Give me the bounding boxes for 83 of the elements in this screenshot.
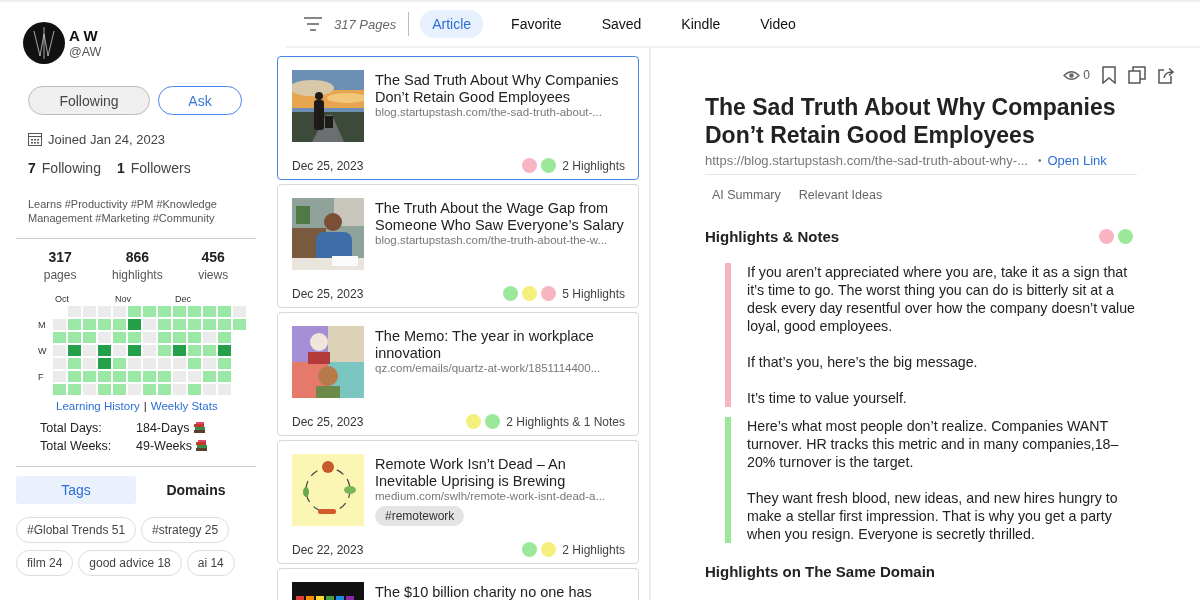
open-link[interactable]: Open Link xyxy=(1047,153,1107,168)
highlight-count: 2 Highlights xyxy=(562,542,625,557)
share-icon[interactable] xyxy=(1158,66,1176,84)
article-heading: The Sad Truth About Why Companies Don’t Retain Good Employees xyxy=(705,93,1117,149)
tab[interactable]: Saved xyxy=(589,10,654,38)
stat-label: highlights xyxy=(111,268,163,282)
bullet: • xyxy=(1038,155,1042,166)
stat-label: views xyxy=(198,268,229,282)
month-label: Nov xyxy=(114,294,132,304)
article-title: The Truth About the Wage Gap from Someone Who Saw Everyone’s Salary xyxy=(375,200,625,234)
article-date: Dec 22, 2023 xyxy=(292,542,364,557)
ask-button[interactable]: Ask xyxy=(158,86,242,115)
total-value: 184-Days xyxy=(136,421,190,435)
stat-value: 456 xyxy=(200,249,226,265)
stat-value: 866 xyxy=(124,249,150,265)
tag-chip[interactable]: #remotework xyxy=(375,506,465,526)
highlight-text: It’s time to value yourself. xyxy=(747,389,908,407)
following-button[interactable]: Following xyxy=(28,86,150,115)
month-label: Dec xyxy=(174,294,192,304)
copy-icon[interactable] xyxy=(1128,66,1146,84)
article-title: Remote Work Isn’t Dead – An Inevitable Uprising is Brewing xyxy=(375,456,567,490)
highlight-count: 5 Highlights xyxy=(562,286,625,301)
section-heading: Highlights on The Same Domain xyxy=(705,563,937,580)
weekday-label: W xyxy=(38,345,48,356)
separator: | xyxy=(143,400,147,412)
tab[interactable]: Article xyxy=(420,10,484,38)
highlight-text: If that’s you, here’s the big message. xyxy=(747,353,979,371)
article-url: https://blog.startupstash.com/the-sad-truth-about-why-... xyxy=(705,153,1028,168)
tab[interactable]: AI Summary xyxy=(705,184,788,206)
article-title: The Sad Truth About Why Companies Don’t Retain Good Employees xyxy=(375,72,620,106)
total-label: Total Days: xyxy=(40,421,103,435)
user-handle: @AW xyxy=(69,45,102,59)
article-date: Dec 25, 2023 xyxy=(292,286,364,301)
article-card[interactable]: The Memo: The year in workplace innovation qz.com/emails/quartz-at-work/1851114400... Dec 25, 2023 2 Highlights & 1 Notes xyxy=(277,312,639,436)
joined-date: Joined Jan 24, 2023 xyxy=(48,132,166,147)
books-icon xyxy=(192,422,206,434)
stat-label: pages xyxy=(43,268,77,282)
total-label: Total Weeks: xyxy=(40,439,113,453)
article-url: blog.startupstash.com/the-sad-truth-about-... xyxy=(375,106,602,118)
article-card[interactable]: The Truth About the Wage Gap from Someone Who Saw Everyone’s Salary blog.startupstash.com/the-truth-about-the-w... Dec 25, 2023 5 Highlights xyxy=(277,184,639,308)
article-card[interactable]: The $10 billion charity no one has xyxy=(277,568,639,600)
highlight-count: 2 Highlights & 1 Notes xyxy=(506,414,625,429)
month-label: Oct xyxy=(54,294,70,304)
highlight-text: If you aren’t appreciated where you are, take it as a sign that it’s time to go. The worst thing you can do is bitterly sit at a desk every day resentful over how the company doesn’t value loyal, good employees. xyxy=(747,263,1136,335)
highlight-text: They want fresh blood, new ideas, and new hires hungry to make a stellar first impression. That is why you get a party when you resign. Everyone is secretly thrilled. xyxy=(747,489,1119,543)
tab[interactable]: Domains xyxy=(136,476,256,504)
user-name: A W xyxy=(69,27,99,44)
article-url: medium.com/swlh/remote-work-isnt-dead-a... xyxy=(375,490,606,502)
highlight-count: 2 Highlights xyxy=(562,158,625,173)
tab[interactable]: Kindle xyxy=(669,10,733,38)
article-date: Dec 25, 2023 xyxy=(292,158,364,173)
tab[interactable]: Relevant Ideas xyxy=(791,184,890,206)
weekday-label: M xyxy=(38,319,47,330)
weekday-label: F xyxy=(38,371,45,382)
total-value: 49-Weeks xyxy=(136,439,193,453)
section-heading: Highlights & Notes xyxy=(705,228,840,245)
article-card[interactable]: The Sad Truth About Why Companies Don’t Retain Good Employees blog.startupstash.com/the-sad-truth-about-... Dec 25, 2023 2 Highlights xyxy=(277,56,639,180)
article-date: Dec 25, 2023 xyxy=(292,414,364,429)
following-count: 7 xyxy=(28,160,36,176)
books-icon xyxy=(195,440,209,452)
followers-label[interactable]: Followers xyxy=(130,160,191,176)
article-title: The $10 billion charity no one has xyxy=(375,584,592,600)
link[interactable]: Learning History xyxy=(56,400,140,412)
avatar-icon xyxy=(23,22,65,64)
followers-count: 1 xyxy=(116,160,125,176)
bio-text: Learns #Productivity #PM #Knowledge Management #Marketing #Community xyxy=(28,197,218,225)
article-url: blog.startupstash.com/the-truth-about-the-w... xyxy=(375,234,608,246)
calendar-icon xyxy=(28,133,42,146)
tab[interactable]: Video xyxy=(748,10,808,38)
link[interactable]: Weekly Stats xyxy=(150,400,218,412)
stat-value: 317 xyxy=(47,249,73,265)
following-label[interactable]: Following xyxy=(41,160,101,176)
tab[interactable]: Favorite xyxy=(499,10,574,38)
tab[interactable]: Tags xyxy=(16,476,136,504)
article-title: The Memo: The year in workplace innovation xyxy=(375,328,595,362)
article-card[interactable]: Remote Work Isn’t Dead – An Inevitable Uprising is Brewing medium.com/swlh/remote-work-isnt-dead-a... #remotework Dec 22, 2023 2 Highlights xyxy=(277,440,639,564)
filter-icon[interactable] xyxy=(304,17,322,31)
article-url: qz.com/emails/quartz-at-work/1851114400... xyxy=(375,362,601,374)
highlight-text: Here’s what most people don’t realize. Companies WANT turnover. HR tracks this metric and in many companies,18–20% turnover is the target. xyxy=(747,417,1120,471)
eye-icon xyxy=(1063,69,1081,81)
view-count: 0 xyxy=(1083,68,1090,82)
bookmark-icon[interactable] xyxy=(1102,66,1116,84)
page-count: 317 Pages xyxy=(334,16,397,32)
